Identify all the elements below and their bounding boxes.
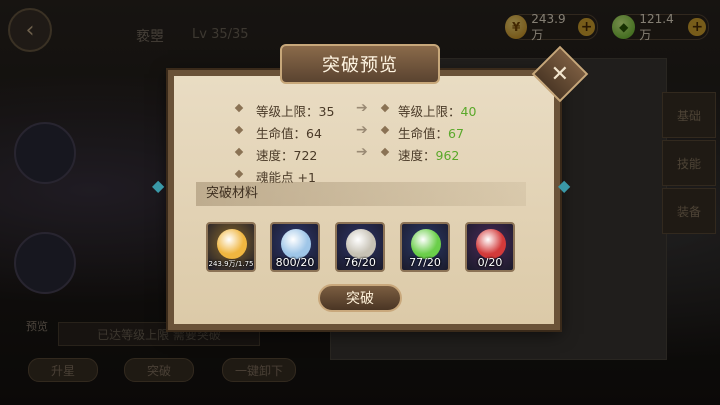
arrow-right-icon: ➔ <box>356 144 368 160</box>
chevron-left-icon: ◆ <box>152 176 165 195</box>
close-icon: ✕ <box>550 61 570 87</box>
material-slot[interactable]: 800/20 <box>270 222 320 272</box>
stat-label: 速度： <box>398 148 436 163</box>
material-quantity: 0/20 <box>477 256 503 269</box>
bullet-icon <box>380 147 390 157</box>
stat-row-speed: 速度：722 ➔ 速度：962 <box>186 144 546 166</box>
bullet-icon <box>380 103 390 113</box>
material-quantity: 76/20 <box>344 256 376 269</box>
bullet-icon <box>380 125 390 135</box>
chevron-right-icon: ◆ <box>558 176 571 195</box>
stat-label: 生命值： <box>398 126 449 141</box>
materials-header: 突破材料 <box>196 182 526 206</box>
stat-label: 等级上限： <box>398 104 461 119</box>
breakthrough-confirm-button[interactable]: 突破 <box>318 284 402 312</box>
bullet-icon <box>234 169 244 179</box>
modal-title: 突破预览 <box>280 44 440 84</box>
stat-next-value: 67 <box>448 126 464 141</box>
arrow-right-icon: ➔ <box>356 122 368 138</box>
bullet-icon <box>234 125 244 135</box>
stat-next-value: 962 <box>435 148 460 163</box>
stat-row-hp: 生命值：64 ➔ 生命值：67 <box>186 122 546 144</box>
stat-label: 等级上限： <box>256 104 319 119</box>
material-slot[interactable]: 243.9万/1.75 <box>206 222 256 272</box>
gold-coin-icon <box>217 229 247 259</box>
stat-current-value: 35 <box>318 104 335 119</box>
material-slot[interactable]: 77/20 <box>400 222 450 272</box>
material-slot[interactable]: 0/20 <box>465 222 515 272</box>
material-quantity: 800/20 <box>275 256 315 269</box>
armor-icon <box>281 229 311 259</box>
stat-label: 速度： <box>256 148 294 163</box>
bullet-icon <box>234 103 244 113</box>
red-eye-orb-icon <box>476 229 506 259</box>
arrow-right-icon: ➔ <box>356 100 368 116</box>
stat-current-value: 64 <box>306 126 322 141</box>
stat-current-value: 722 <box>293 148 318 163</box>
stat-row-level-cap: 等级上限：35 ➔ 等级上限：40 <box>186 100 546 122</box>
bullet-icon <box>234 147 244 157</box>
stat-next-value: 40 <box>460 104 477 119</box>
material-quantity: 243.9万/1.75 <box>208 260 254 268</box>
stat-label: 生命值： <box>256 126 307 141</box>
material-slot[interactable]: 76/20 <box>335 222 385 272</box>
claw-helmet-icon <box>346 229 376 259</box>
leaf-herb-icon <box>411 229 441 259</box>
material-quantity: 77/20 <box>409 256 441 269</box>
